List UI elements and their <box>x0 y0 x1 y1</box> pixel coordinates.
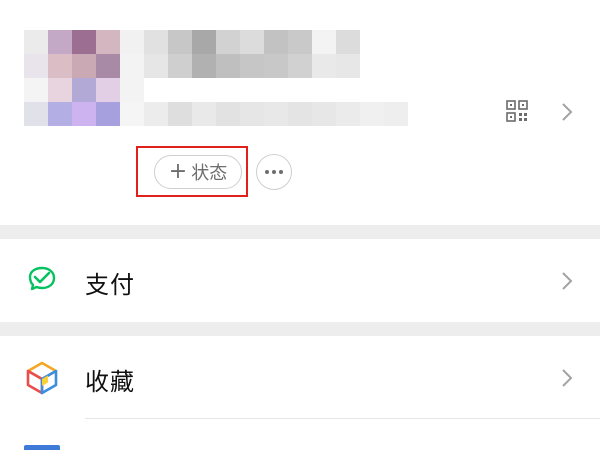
more-options-button[interactable] <box>256 154 292 190</box>
mosaic-cell <box>48 102 72 126</box>
mosaic-cell <box>288 102 312 126</box>
chevron-right-icon <box>562 369 573 387</box>
mosaic-cell <box>240 30 264 54</box>
mosaic-cell <box>216 30 240 54</box>
section-divider <box>0 322 600 336</box>
mosaic-cell <box>264 54 288 78</box>
wechat-id-pixelated <box>144 102 408 126</box>
menu-item-label: 收藏 <box>85 368 135 396</box>
mosaic-cell <box>144 102 168 126</box>
mosaic-cell <box>24 78 48 102</box>
profile-header[interactable]: + 状态 <box>0 0 600 225</box>
mosaic-cell <box>96 102 120 126</box>
menu-item-favorites[interactable]: 收藏 <box>0 336 600 419</box>
menu-item-label: 支付 <box>85 271 135 299</box>
avatar[interactable] <box>24 30 144 126</box>
mosaic-cell <box>72 54 96 78</box>
mosaic-cell <box>48 30 72 54</box>
mosaic-cell <box>288 54 312 78</box>
more-dot <box>279 170 283 174</box>
mosaic-cell <box>144 30 168 54</box>
mosaic-cell <box>264 102 288 126</box>
menu-item-pay[interactable]: 支付 <box>0 239 600 322</box>
mosaic-cell <box>48 54 72 78</box>
mosaic-cell <box>216 54 240 78</box>
mosaic-cell <box>192 102 216 126</box>
mosaic-cell <box>384 102 408 126</box>
qr-code-icon[interactable] <box>506 100 528 122</box>
mosaic-cell <box>72 102 96 126</box>
mosaic-cell <box>96 30 120 54</box>
mosaic-cell <box>72 30 96 54</box>
mosaic-cell <box>24 102 48 126</box>
mosaic-cell <box>240 102 264 126</box>
mosaic-cell <box>312 30 336 54</box>
mosaic-cell <box>264 30 288 54</box>
mosaic-cell <box>192 30 216 54</box>
mosaic-cell <box>24 54 48 78</box>
mosaic-cell <box>96 78 120 102</box>
mosaic-cell <box>168 30 192 54</box>
highlight-annotation <box>136 146 248 197</box>
mosaic-cell <box>336 54 360 78</box>
mosaic-cell <box>120 78 144 102</box>
mosaic-cell <box>336 102 360 126</box>
mosaic-cell <box>240 54 264 78</box>
chevron-right-icon[interactable] <box>561 102 573 122</box>
mosaic-cell <box>96 54 120 78</box>
mosaic-cell <box>144 54 168 78</box>
more-dot <box>265 170 269 174</box>
mosaic-cell <box>192 54 216 78</box>
list-separator <box>85 418 600 419</box>
favorites-cube-icon <box>26 361 58 395</box>
mosaic-cell <box>168 102 192 126</box>
mosaic-cell <box>312 54 336 78</box>
mosaic-cell <box>288 30 312 54</box>
mosaic-cell <box>312 102 336 126</box>
section-divider <box>0 225 600 239</box>
more-dot <box>272 170 276 174</box>
mosaic-cell <box>168 54 192 78</box>
wechat-pay-icon <box>28 266 56 291</box>
mosaic-cell <box>120 102 144 126</box>
next-menu-item-icon <box>24 445 60 450</box>
mosaic-cell <box>336 30 360 54</box>
mosaic-cell <box>24 30 48 54</box>
mosaic-cell <box>120 54 144 78</box>
mosaic-cell <box>120 30 144 54</box>
mosaic-cell <box>72 78 96 102</box>
mosaic-cell <box>216 102 240 126</box>
chevron-right-icon <box>562 272 573 290</box>
mosaic-cell <box>360 102 384 126</box>
nickname-pixelated <box>144 30 360 78</box>
mosaic-cell <box>48 78 72 102</box>
